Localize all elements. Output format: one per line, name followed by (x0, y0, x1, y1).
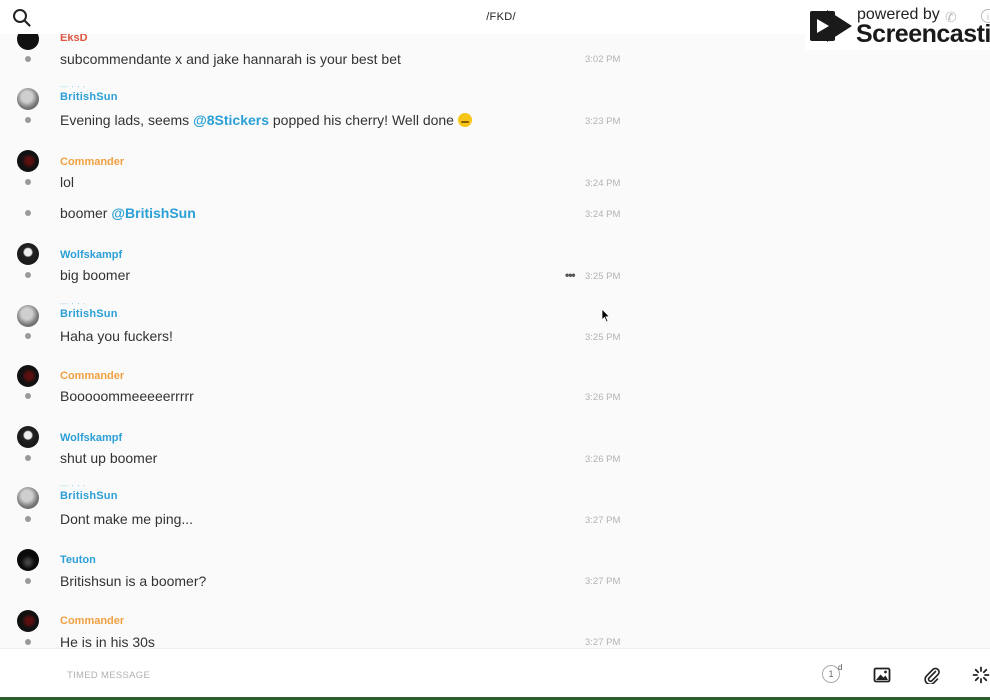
more-options-button[interactable]: ••• (565, 268, 576, 282)
message-status-dot (25, 639, 31, 645)
message-time: 3:27 PM (585, 637, 621, 648)
message-status-dot (25, 272, 31, 278)
avatar[interactable] (17, 243, 39, 265)
message-status-dot (25, 333, 31, 339)
message-text: Booooommeeeeerrrrr (60, 388, 194, 404)
message-text: subcommendante x and jake hannarah is yo… (60, 51, 401, 67)
avatar[interactable] (17, 610, 39, 632)
loading-spinner-icon[interactable] (972, 666, 990, 684)
message-text: Haha you fuckers! (60, 328, 173, 344)
image-upload-icon[interactable] (873, 666, 891, 684)
mouse-cursor-icon (601, 308, 611, 323)
message-time: 3:26 PM (585, 392, 621, 403)
message-status-dot (25, 516, 31, 522)
message-text: boomer @BritishSun (60, 205, 196, 221)
message-text: Evening lads, seems @8Stickers popped hi… (60, 112, 472, 128)
attachment-icon[interactable] (923, 666, 941, 684)
message-time: 3:25 PM (585, 332, 621, 343)
screencastify-watermark: powered by Screencastify ✆ i (805, 0, 990, 50)
message-time: 3:27 PM (585, 576, 621, 587)
avatar[interactable] (17, 487, 39, 509)
message-status-dot (25, 56, 31, 62)
message-status-dot (25, 179, 31, 185)
message-text: Britishsun is a boomer? (60, 573, 207, 589)
message-time: 3:24 PM (585, 209, 621, 220)
message-author[interactable]: Wolfskampf (60, 432, 122, 444)
message-text: Dont make me ping... (60, 511, 194, 527)
phone-icon[interactable]: ✆ (945, 9, 957, 26)
message-author[interactable]: Teuton (60, 554, 96, 566)
avatar[interactable] (17, 365, 39, 387)
message-author[interactable]: ˙˙˙ ˙ ˙ ˙ BritishSun (60, 486, 118, 502)
message-time: 3:25 PM (585, 271, 621, 282)
composer-bar: TIMED MESSAGE 1 d (0, 648, 990, 699)
message-status-dot (25, 578, 31, 584)
avatar[interactable] (17, 150, 39, 172)
smirk-emoji-icon (457, 113, 472, 127)
avatar[interactable] (17, 426, 39, 448)
timer-unit-label: d (838, 663, 843, 672)
message-time: 3:02 PM (585, 54, 621, 65)
message-text: big boomer (60, 267, 131, 283)
user-mention[interactable]: @BritishSun (111, 205, 195, 221)
message-time: 3:27 PM (585, 515, 621, 526)
user-mention[interactable]: @8Stickers (193, 112, 269, 128)
message-text: He is in his 30s (60, 634, 155, 648)
message-author[interactable]: Commander (60, 156, 124, 168)
message-author[interactable]: ˙˙˙ ˙ ˙ ˙ BritishSun (60, 304, 118, 320)
avatar[interactable] (17, 305, 39, 327)
message-time: 3:23 PM (585, 116, 621, 127)
avatar[interactable] (17, 88, 39, 110)
message-time: 3:24 PM (585, 178, 621, 189)
avatar[interactable] (17, 549, 39, 571)
message-status-dot (25, 210, 31, 216)
timed-message-input[interactable]: TIMED MESSAGE (67, 670, 150, 681)
message-status-dot (25, 393, 31, 399)
message-author[interactable]: ˙˙˙ ˙ ˙ ˙ BritishSun (60, 87, 118, 103)
message-time: 3:26 PM (585, 454, 621, 465)
info-icon[interactable]: i (981, 9, 990, 23)
message-list[interactable]: EksD subcommendante x and jake hannarah … (0, 0, 990, 648)
message-author[interactable]: Commander (60, 615, 124, 627)
brand-name: Screencastify (856, 20, 990, 48)
message-text: lol (60, 174, 75, 190)
message-status-dot (25, 455, 31, 461)
screencastify-logo-icon (810, 10, 852, 42)
message-text: shut up boomer (60, 450, 158, 466)
message-author[interactable]: Wolfskampf (60, 249, 122, 261)
message-status-dot (25, 117, 31, 123)
message-author[interactable]: Commander (60, 370, 124, 382)
